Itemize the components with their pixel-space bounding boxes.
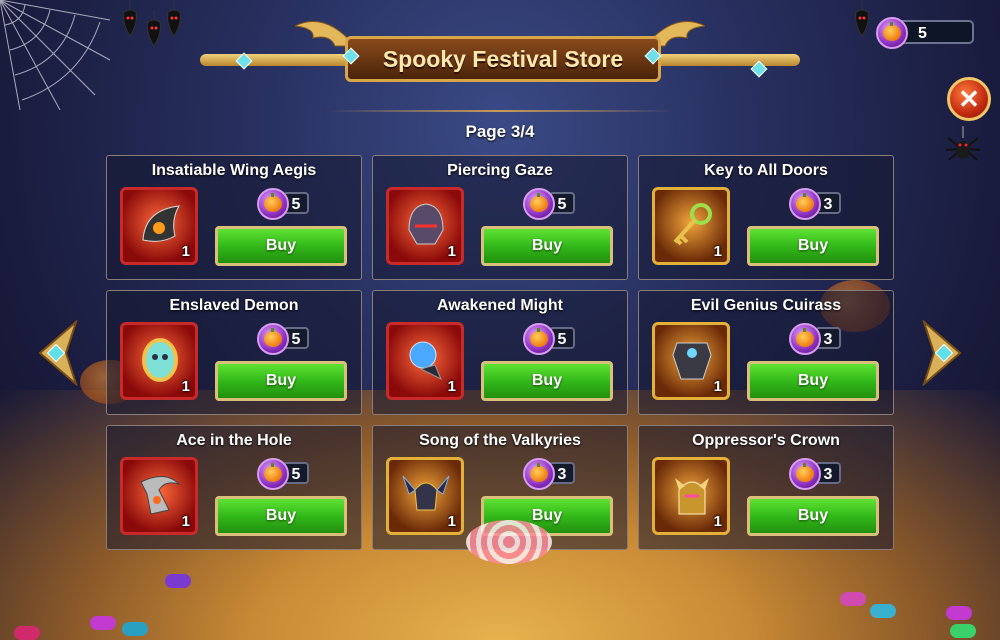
candy-decoration	[840, 592, 866, 606]
item-icon[interactable]: 1	[386, 322, 464, 400]
store-item-card: Enslaved Demon 1 5 Buy	[106, 290, 362, 415]
item-icon[interactable]: 1	[652, 322, 730, 400]
page-indicator: Page 3/4	[465, 122, 535, 141]
buy-button[interactable]: Buy	[747, 496, 879, 536]
divider	[325, 110, 675, 112]
item-quantity: 1	[181, 378, 190, 395]
close-button[interactable]: ✕	[947, 77, 991, 121]
item-name: Oppressor's Crown	[692, 432, 840, 449]
store-title: Spooky Festival Store	[345, 36, 661, 82]
cuirass-icon	[672, 342, 712, 380]
item-icon[interactable]: 1	[120, 322, 198, 400]
pumpkin-coin-icon	[257, 458, 289, 490]
pumpkin-coin-icon	[876, 17, 908, 49]
pumpkin-coin-icon	[523, 323, 555, 355]
close-icon: ✕	[958, 83, 980, 114]
bat-icon	[855, 0, 869, 37]
next-page-arrow-icon[interactable]	[922, 320, 964, 386]
candy-decoration	[950, 624, 976, 638]
previous-page-arrow-icon[interactable]	[36, 320, 78, 386]
winged-helmet-icon	[402, 475, 450, 511]
buy-button[interactable]: Buy	[747, 226, 879, 266]
store-header: Spooky Festival Store	[200, 21, 800, 84]
item-quantity: 1	[181, 243, 190, 260]
item-name: Key to All Doors	[704, 162, 828, 179]
wing-shield-icon	[142, 205, 180, 242]
buy-button[interactable]: Buy	[747, 361, 879, 401]
store-item-card: Insatiable Wing Aegis 1 5 Buy	[106, 155, 362, 280]
item-quantity: 1	[447, 378, 456, 395]
bat-icon	[147, 10, 161, 47]
item-name: Piercing Gaze	[447, 162, 553, 179]
orb-gauntlet-icon	[409, 341, 442, 381]
blade-gauntlet-icon	[140, 476, 181, 515]
buy-button[interactable]: Buy	[215, 226, 347, 266]
item-name: Ace in the Hole	[176, 432, 292, 449]
candy-decoration	[90, 616, 116, 630]
buy-button[interactable]: Buy	[481, 226, 613, 266]
item-quantity: 1	[713, 378, 722, 395]
lollipop-decoration	[466, 520, 552, 564]
currency-display: 5	[876, 17, 976, 49]
candy-decoration	[122, 622, 148, 636]
store-item-card: Piercing Gaze 1 5 Buy	[372, 155, 628, 280]
pumpkin-coin-icon	[523, 188, 555, 220]
item-icon[interactable]: 1	[652, 457, 730, 535]
item-icon[interactable]: 1	[386, 457, 464, 535]
item-quantity: 1	[713, 513, 722, 530]
candy-decoration	[14, 626, 40, 640]
item-icon[interactable]: 1	[652, 187, 730, 265]
item-quantity: 1	[713, 243, 722, 260]
candy-decoration	[870, 604, 896, 618]
buy-button[interactable]: Buy	[215, 496, 347, 536]
candy-decoration	[165, 574, 191, 588]
pumpkin-coin-icon	[789, 458, 821, 490]
item-quantity: 1	[447, 513, 456, 530]
bat-icon	[123, 0, 137, 37]
item-name: Enslaved Demon	[169, 297, 299, 314]
spider-icon	[945, 126, 981, 161]
item-icon[interactable]: 1	[386, 187, 464, 265]
key-icon	[673, 203, 712, 246]
skull-mirror-icon	[142, 338, 178, 382]
candy-decoration	[946, 606, 972, 620]
crown-helmet-icon	[675, 478, 709, 515]
item-quantity: 1	[447, 243, 456, 260]
item-quantity: 1	[181, 513, 190, 530]
item-icon[interactable]: 1	[120, 457, 198, 535]
store-item-grid: Insatiable Wing Aegis 1 5 Buy Piercing G…	[106, 155, 894, 550]
buy-button[interactable]: Buy	[215, 361, 347, 401]
pumpkin-coin-icon	[789, 188, 821, 220]
item-name: Insatiable Wing Aegis	[151, 162, 317, 179]
pumpkin-coin-icon	[257, 323, 289, 355]
pumpkin-coin-icon	[523, 458, 555, 490]
item-icon[interactable]: 1	[120, 187, 198, 265]
item-name: Evil Genius Cuirass	[690, 297, 842, 314]
store-item-card: Ace in the Hole 1 5 Buy	[106, 425, 362, 550]
cobweb-icon	[0, 0, 110, 110]
buy-button[interactable]: Buy	[481, 361, 613, 401]
store-item-card: Awakened Might 1 5 Buy	[372, 290, 628, 415]
store-item-card: Evil Genius Cuirass 1 3 Buy	[638, 290, 894, 415]
store-item-card: Oppressor's Crown 1 3 Buy	[638, 425, 894, 550]
item-name: Song of the Valkyries	[419, 432, 581, 449]
store-item-card: Key to All Doors 1 3 Buy	[638, 155, 894, 280]
item-name: Awakened Might	[437, 297, 563, 314]
helmet-icon	[408, 203, 444, 245]
bat-icon	[167, 0, 181, 37]
pumpkin-coin-icon	[257, 188, 289, 220]
pumpkin-coin-icon	[789, 323, 821, 355]
